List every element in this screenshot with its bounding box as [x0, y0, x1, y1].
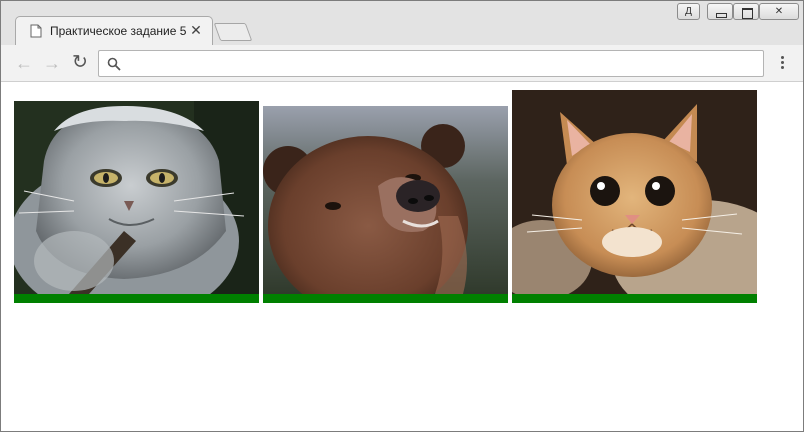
page-icon [30, 24, 42, 38]
address-input[interactable] [127, 54, 757, 74]
green-underline [263, 294, 508, 303]
address-bar[interactable] [98, 50, 764, 77]
new-tab-button[interactable] [213, 23, 253, 41]
gallery-item [263, 106, 508, 303]
green-underline [512, 294, 757, 303]
browser-window: Практическое задание 5 ✕ Д ✕ ← → ↻ [0, 0, 804, 432]
gallery-item [512, 90, 757, 303]
ginger-kitten-photo [512, 90, 757, 294]
tab-title: Практическое задание 5 [50, 24, 187, 38]
green-underline [14, 294, 259, 303]
brown-bear-photo [263, 106, 508, 294]
toolbar: ← → ↻ [1, 45, 803, 82]
back-button[interactable]: ← [13, 52, 35, 74]
minimize-button[interactable] [707, 3, 733, 20]
forward-button[interactable]: → [41, 52, 63, 74]
tab-active[interactable]: Практическое задание 5 ✕ [15, 16, 213, 46]
reload-button[interactable]: ↻ [69, 52, 91, 74]
maximize-button[interactable] [733, 3, 759, 20]
close-window-button[interactable]: ✕ [759, 3, 799, 20]
profile-button[interactable]: Д [677, 3, 700, 20]
tab-strip: Практическое задание 5 ✕ Д ✕ [1, 1, 803, 46]
tab-close-icon[interactable]: ✕ [188, 22, 204, 38]
gallery-item [14, 101, 259, 303]
menu-icon[interactable] [775, 54, 789, 74]
search-icon [107, 57, 121, 71]
page-content [1, 83, 803, 431]
manul-cat-photo [14, 101, 259, 294]
